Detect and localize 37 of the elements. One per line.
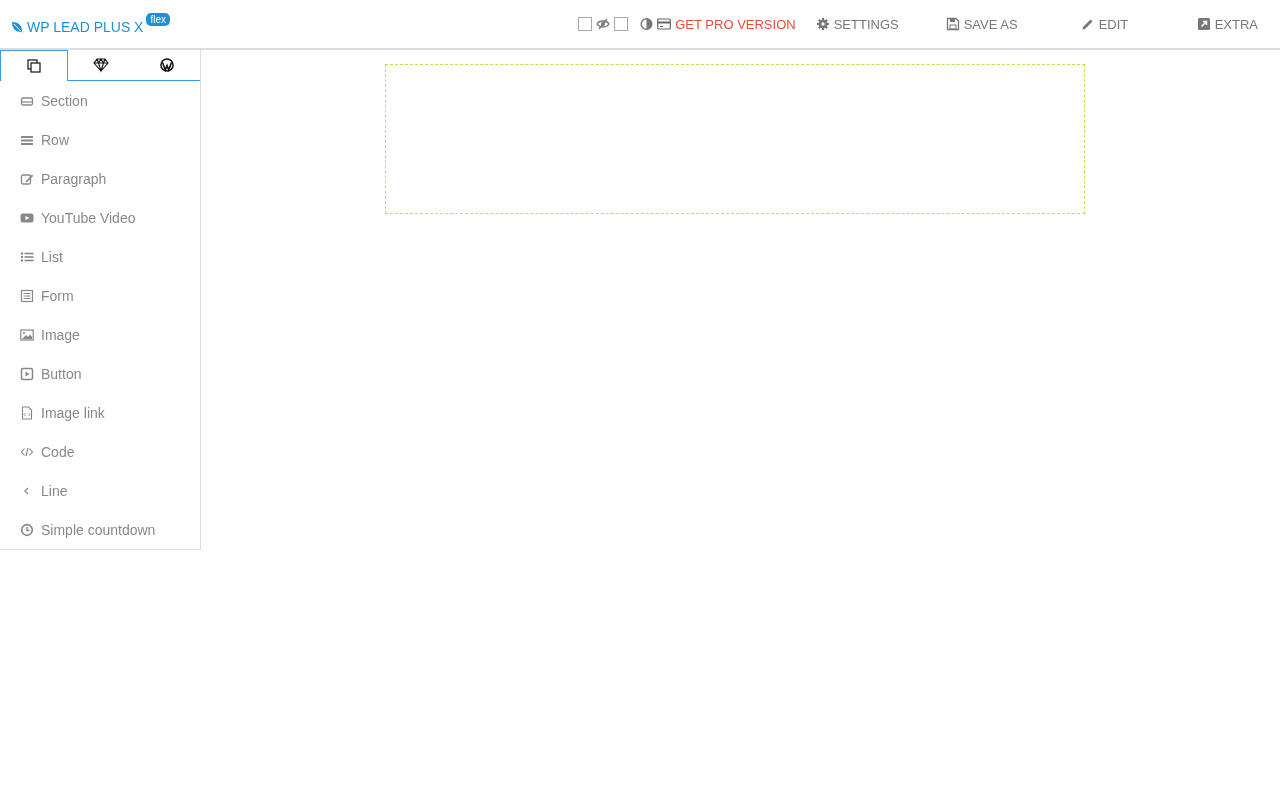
element-item[interactable]: Image link xyxy=(0,393,200,432)
element-item[interactable]: Simple countdown xyxy=(0,510,200,549)
menu-link[interactable]: EXTRA xyxy=(1196,16,1258,32)
eye-slash-icon xyxy=(596,17,611,31)
gear-icon xyxy=(815,17,830,31)
code-file-icon xyxy=(20,405,34,420)
external-link-icon xyxy=(1196,17,1211,31)
menu-link[interactable]: SAVE AS xyxy=(945,16,1081,32)
element-item[interactable]: List xyxy=(0,237,200,276)
element-item[interactable]: Code xyxy=(0,432,200,471)
checkbox[interactable] xyxy=(614,17,629,31)
wordpress-icon xyxy=(159,57,175,73)
leaf-icon xyxy=(10,20,24,34)
diamond-icon xyxy=(93,57,109,73)
checkbox[interactable] xyxy=(578,17,593,31)
list-icon xyxy=(20,249,34,264)
form-icon xyxy=(20,288,34,303)
menu-link[interactable]: EDIT xyxy=(1080,16,1197,32)
element-item[interactable]: Form xyxy=(0,276,200,315)
contrast-icon xyxy=(640,17,654,31)
element-item[interactable]: Image xyxy=(0,315,200,354)
element-item[interactable]: Button xyxy=(0,354,200,393)
edit-icon xyxy=(20,171,34,186)
element-item[interactable]: YouTube Video xyxy=(0,198,200,237)
clock-icon xyxy=(20,522,34,537)
play-square-icon xyxy=(20,366,34,381)
credit-card-icon xyxy=(657,17,672,31)
element-item[interactable]: Line xyxy=(0,471,200,510)
flex-badge: flex xyxy=(146,13,170,26)
pencil-icon xyxy=(1080,17,1095,31)
copy-icon xyxy=(26,58,42,74)
element-item[interactable]: Row xyxy=(0,120,200,159)
pro-version-link[interactable]: GET PRO VERSION xyxy=(657,16,796,32)
element-item[interactable]: Section xyxy=(0,81,200,120)
image-icon xyxy=(20,327,34,342)
menu-link[interactable]: SETTINGS xyxy=(815,16,946,32)
element-item[interactable]: Paragraph xyxy=(0,159,200,198)
